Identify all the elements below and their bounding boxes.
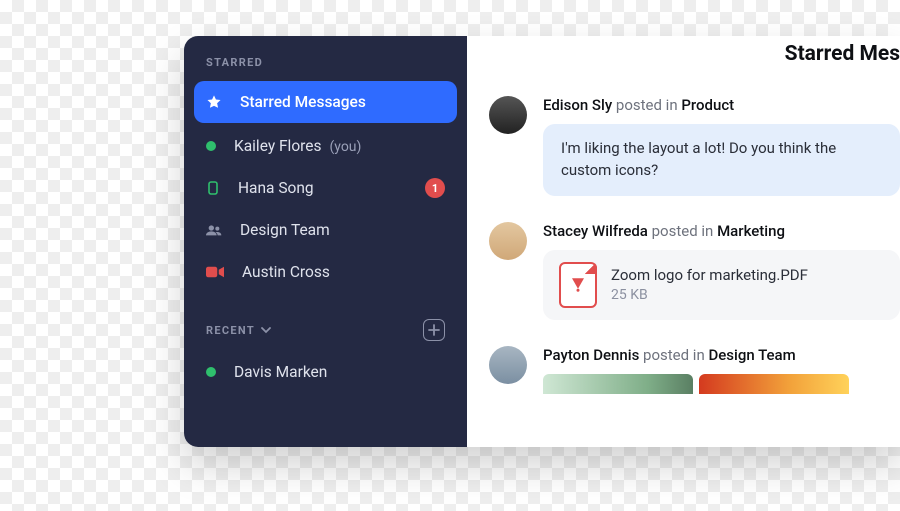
sidebar-item-label: Hana Song xyxy=(238,179,314,197)
video-icon xyxy=(206,265,224,279)
main-panel: Starred Mes Edison Sly posted in Product… xyxy=(467,36,900,447)
unread-badge: 1 xyxy=(425,178,445,198)
file-name: Zoom logo for marketing.PDF xyxy=(611,266,808,284)
post-verb: posted in xyxy=(652,222,714,240)
post-verb: posted in xyxy=(643,346,705,364)
file-attachment[interactable]: Zoom logo for marketing.PDF 25 KB xyxy=(543,250,900,320)
sidebar-item-design-team[interactable]: Design Team xyxy=(184,209,467,251)
avatar xyxy=(489,346,527,384)
message-bubble[interactable]: I'm liking the layout a lot! Do you thin… xyxy=(543,124,900,196)
presence-online-icon xyxy=(206,367,216,377)
post-author[interactable]: Stacey Wilfreda xyxy=(543,222,648,240)
image-thumbnail[interactable] xyxy=(699,374,849,394)
page-title: Starred Mes xyxy=(785,42,900,66)
sidebar-item-label: Davis Marken xyxy=(234,363,327,381)
post-context[interactable]: Design Team xyxy=(708,346,795,364)
add-recent-button[interactable] xyxy=(423,319,445,341)
image-thumbnail[interactable] xyxy=(543,374,693,394)
sidebar-item-label: Starred Messages xyxy=(240,93,366,111)
message-feed: Edison Sly posted in Product I'm liking … xyxy=(467,36,900,394)
section-header-starred: STARRED xyxy=(184,52,467,79)
app-window: STARRED Starred Messages Kailey Flores (… xyxy=(184,36,900,447)
avatar xyxy=(489,96,527,134)
star-icon xyxy=(206,94,222,110)
image-strip[interactable] xyxy=(543,374,900,394)
post-header: Edison Sly posted in Product xyxy=(543,96,900,114)
sidebar-item-label: Kailey Flores xyxy=(234,137,322,155)
post-verb: posted in xyxy=(616,96,678,114)
pdf-file-icon xyxy=(559,262,597,308)
section-header-label: RECENT xyxy=(206,324,255,337)
sidebar-item-austin-cross[interactable]: Austin Cross xyxy=(184,251,467,293)
post-author[interactable]: Payton Dennis xyxy=(543,346,639,364)
sidebar-item-davis-marken[interactable]: Davis Marken xyxy=(184,351,467,393)
plus-icon xyxy=(428,324,440,336)
sidebar: STARRED Starred Messages Kailey Flores (… xyxy=(184,36,467,447)
avatar xyxy=(489,222,527,260)
feed-post: Edison Sly posted in Product I'm liking … xyxy=(489,96,900,196)
section-header-label: STARRED xyxy=(206,56,263,69)
post-context[interactable]: Marketing xyxy=(717,222,785,240)
team-icon xyxy=(206,223,222,237)
you-marker: (you) xyxy=(330,139,362,155)
feed-post: Payton Dennis posted in Design Team xyxy=(489,346,900,394)
post-header: Stacey Wilfreda posted in Marketing xyxy=(543,222,900,240)
post-header: Payton Dennis posted in Design Team xyxy=(543,346,900,364)
post-context[interactable]: Product xyxy=(681,96,734,114)
sidebar-item-kailey-flores[interactable]: Kailey Flores (you) xyxy=(184,125,467,167)
presence-online-icon xyxy=(206,141,216,151)
feed-post: Stacey Wilfreda posted in Marketing Zoom… xyxy=(489,222,900,320)
phone-presence-icon xyxy=(206,181,220,195)
sidebar-item-label: Austin Cross xyxy=(242,263,330,281)
sidebar-item-label: Design Team xyxy=(240,221,330,239)
sidebar-item-hana-song[interactable]: Hana Song 1 xyxy=(184,167,467,209)
chevron-down-icon xyxy=(261,325,271,335)
file-size: 25 KB xyxy=(611,287,808,303)
sidebar-item-starred-messages[interactable]: Starred Messages xyxy=(194,81,457,123)
section-header-recent[interactable]: RECENT xyxy=(184,315,467,351)
post-author[interactable]: Edison Sly xyxy=(543,96,612,114)
